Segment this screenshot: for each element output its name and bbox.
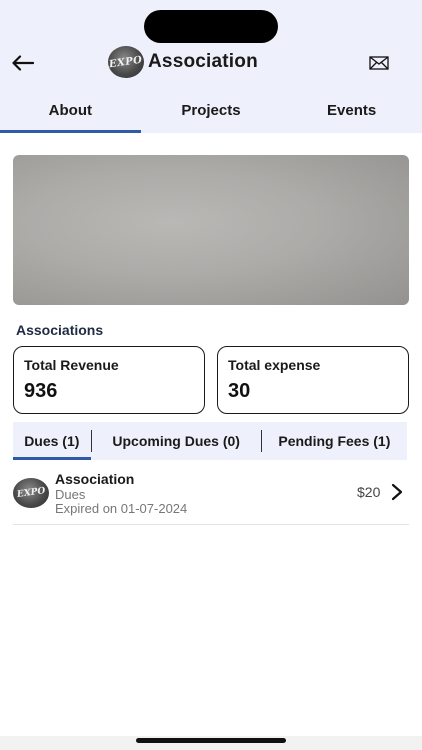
total-expense-label: Total expense <box>228 357 321 373</box>
main-tabs: About Projects Events <box>0 96 422 133</box>
dues-subtabs: Dues (1) Upcoming Dues (0) Pending Fees … <box>13 422 407 460</box>
dues-item-expiry: Expired on 01-07-2024 <box>55 501 188 516</box>
tab-events[interactable]: Events <box>281 96 422 133</box>
chevron-right-icon[interactable] <box>391 483 403 501</box>
home-indicator[interactable] <box>136 738 286 743</box>
page-title: Association <box>148 51 258 72</box>
total-revenue-value: 936 <box>24 380 58 402</box>
section-label: Associations <box>16 322 104 338</box>
association-logo: EXPO <box>108 46 144 78</box>
tab-about[interactable]: About <box>0 96 141 133</box>
dues-item-logo: EXPO <box>13 478 49 508</box>
cover-image <box>13 155 409 305</box>
subtab-dues[interactable]: Dues (1) <box>13 422 91 460</box>
dues-item-amount: $20 <box>357 484 381 500</box>
dues-item-type: Dues <box>55 487 86 502</box>
total-expense-card: Total expense 30 <box>217 346 409 414</box>
total-revenue-card: Total Revenue 936 <box>13 346 205 414</box>
total-revenue-label: Total Revenue <box>24 357 119 373</box>
tab-projects[interactable]: Projects <box>141 96 282 133</box>
arrow-left-icon <box>12 55 34 71</box>
total-expense-value: 30 <box>228 380 251 402</box>
envelope-icon <box>369 56 389 70</box>
dues-item-logo-text: EXPO <box>16 486 46 500</box>
mail-button[interactable] <box>366 51 392 75</box>
logo-text: EXPO <box>108 54 144 70</box>
back-button[interactable] <box>8 48 38 78</box>
subtab-pending-fees[interactable]: Pending Fees (1) <box>262 422 407 460</box>
camera-notch <box>144 10 278 43</box>
dues-list-item[interactable]: EXPO Association Dues Expired on 01-07-2… <box>13 470 409 525</box>
dues-item-title: Association <box>55 471 135 487</box>
subtab-upcoming-dues[interactable]: Upcoming Dues (0) <box>92 422 261 460</box>
header-title-group: EXPO Association <box>108 46 258 78</box>
